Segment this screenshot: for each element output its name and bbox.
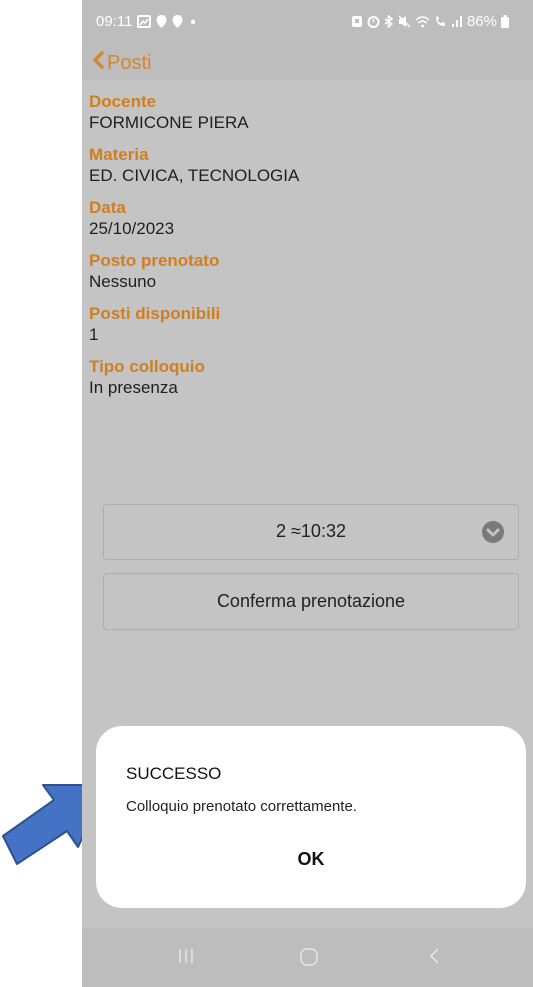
success-dialog: SUCCESSO Colloquio prenotato correttamen… [96,726,526,908]
gallery-icon [137,15,152,28]
location-pin-icon [172,15,183,28]
bluetooth-icon [384,15,394,28]
battery-icon [501,15,509,28]
teacher-value: FORMICONE PIERA [89,113,249,132]
available-slots-field: Posti disponibili 1 [89,304,529,346]
booked-slot-field: Posto prenotato Nessuno [89,251,529,293]
dot-icon [188,17,198,27]
available-slots-value: 1 [89,325,99,344]
location-pin-icon [156,15,167,28]
alarm-icon [351,15,363,28]
booked-slot-value: Nessuno [89,272,157,291]
system-navigation-bar [82,928,533,987]
dialog-message: Colloquio prenotato correttamente. [126,798,357,815]
mute-icon [398,15,411,28]
home-icon[interactable] [298,946,320,973]
alarm-clock-icon [367,15,380,28]
ok-button[interactable]: OK [96,849,526,870]
phone-screen: 09:11 86% Posti Docente FORMICONE PIERA … [82,0,533,987]
subject-field: Materia ED. CIVICA, TECNOLOGIA [89,145,529,187]
subject-label: Materia [89,145,149,164]
back-button[interactable]: Posti [92,51,151,75]
date-label: Data [89,198,126,217]
date-value: 25/10/2023 [89,219,175,238]
back-icon[interactable] [428,946,442,971]
meeting-type-field: Tipo colloquio In presenza [89,357,529,399]
available-slots-label: Posti disponibili [89,304,221,323]
date-field: Data 25/10/2023 [89,198,529,240]
time-slot-value: 2 ≈10:32 [276,521,346,541]
chevron-down-icon [482,521,504,548]
time-slot-select[interactable]: 2 ≈10:32 [103,504,519,560]
call-signal-icon [434,15,447,28]
recent-apps-icon[interactable] [176,946,196,971]
cellular-signal-icon [451,15,463,28]
status-time: 09:11 [96,13,133,30]
confirm-booking-button[interactable]: Conferma prenotazione [103,573,519,630]
wifi-icon [415,15,430,28]
navigation-bar: Posti [82,44,533,80]
teacher-label: Docente [89,92,157,111]
meeting-type-value: In presenza [89,378,178,397]
appointment-details: Docente FORMICONE PIERA Materia ED. CIVI… [89,92,529,410]
meeting-type-label: Tipo colloquio [89,357,205,376]
teacher-field: Docente FORMICONE PIERA [89,92,529,134]
booked-slot-label: Posto prenotato [89,251,220,270]
back-button-label: Posti [107,51,152,74]
subject-value: ED. CIVICA, TECNOLOGIA [89,166,300,185]
status-bar: 09:11 86% [82,0,533,44]
battery-percentage: 86% [466,13,497,30]
dialog-title: SUCCESSO [126,764,222,783]
chevron-left-icon [92,51,104,75]
